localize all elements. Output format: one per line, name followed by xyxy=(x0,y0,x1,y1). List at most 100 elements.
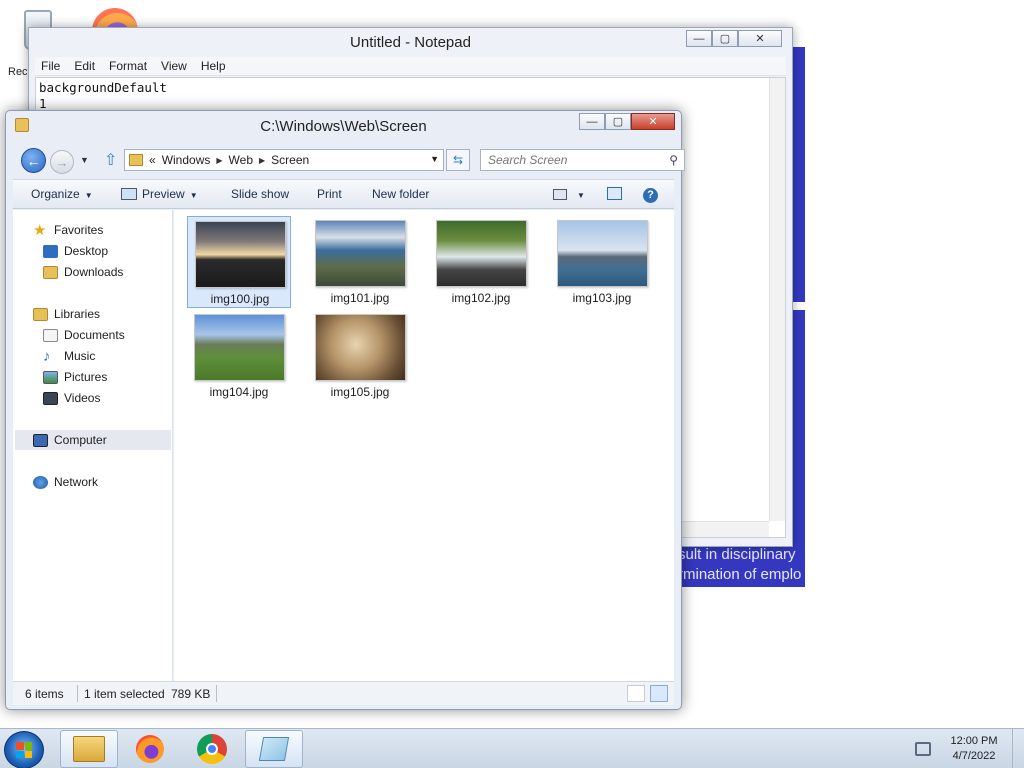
nav-favorites[interactable]: ★ Favorites xyxy=(33,221,103,239)
network-tray-icon[interactable] xyxy=(908,737,938,761)
nav-desktop[interactable]: Desktop xyxy=(43,242,108,260)
file-list[interactable]: img100.jpg img101.jpg img102.jpg img103.… xyxy=(174,210,674,683)
search-input[interactable] xyxy=(488,153,658,167)
file-item[interactable]: img100.jpg xyxy=(187,216,291,308)
notepad-line-1: backgroundDefault xyxy=(39,80,167,95)
chevron-right-icon[interactable]: ▶ xyxy=(216,156,222,165)
libraries-icon xyxy=(33,307,48,321)
nav-documents[interactable]: Documents xyxy=(43,326,125,344)
nav-libraries[interactable]: Libraries xyxy=(33,305,100,323)
vertical-scrollbar[interactable] xyxy=(769,78,785,521)
address-overflow[interactable]: « xyxy=(149,153,156,167)
nav-music-label: Music xyxy=(64,349,96,363)
file-item[interactable]: img101.jpg xyxy=(308,216,412,308)
minimize-button[interactable]: — xyxy=(686,30,712,47)
close-button[interactable]: ✕ xyxy=(631,113,675,130)
pane-icon xyxy=(607,187,622,200)
file-name: img101.jpg xyxy=(330,291,390,305)
file-name: img103.jpg xyxy=(572,291,632,305)
nav-libraries-label: Libraries xyxy=(54,307,101,321)
firefox-icon xyxy=(136,735,164,763)
chevron-down-icon: ▼ xyxy=(189,191,198,200)
show-desktop-button[interactable] xyxy=(1012,729,1024,768)
nav-pictures[interactable]: Pictures xyxy=(43,368,107,386)
refresh-button[interactable]: ⇆ xyxy=(446,149,470,171)
address-dropdown-icon[interactable]: ▼ xyxy=(430,154,439,164)
menu-help[interactable]: Help xyxy=(201,59,226,73)
taskbar-chrome[interactable] xyxy=(183,730,241,768)
help-button[interactable]: ? xyxy=(643,187,658,203)
search-icon[interactable]: ⚲ xyxy=(669,153,678,167)
preview-icon xyxy=(121,188,137,200)
menu-file[interactable]: File xyxy=(41,59,60,73)
new-folder-button[interactable]: New folder xyxy=(372,187,429,201)
folder-icon xyxy=(73,736,105,762)
print-button[interactable]: Print xyxy=(317,187,342,201)
explorer-caption-buttons: — ▢ ✕ xyxy=(579,113,675,130)
maximize-button[interactable]: ▢ xyxy=(712,30,738,47)
notepad-menubar: File Edit Format View Help xyxy=(35,57,786,76)
taskbar-firefox[interactable] xyxy=(121,730,179,768)
clock[interactable]: 12:00 PM 4/7/2022 xyxy=(942,734,1006,764)
documents-icon xyxy=(43,328,58,342)
chrome-icon xyxy=(197,734,227,764)
start-button[interactable] xyxy=(4,731,44,768)
folder-icon xyxy=(129,154,143,166)
downloads-icon xyxy=(43,265,58,279)
nav-desktop-label: Desktop xyxy=(64,244,109,258)
taskbar-notepad[interactable] xyxy=(245,730,303,768)
menu-view[interactable]: View xyxy=(161,59,187,73)
preview-button[interactable]: Preview ▼ xyxy=(121,187,198,201)
maximize-button[interactable]: ▢ xyxy=(605,113,631,130)
thumbnail-mountain-meadow xyxy=(194,314,285,381)
nav-videos[interactable]: Videos xyxy=(43,389,100,407)
change-view-button[interactable]: ▼ xyxy=(553,187,585,201)
nav-downloads[interactable]: Downloads xyxy=(43,263,123,281)
nav-pictures-label: Pictures xyxy=(64,370,108,384)
chevron-right-icon[interactable]: ▶ xyxy=(259,156,265,165)
large-icons-view-button[interactable] xyxy=(650,685,668,702)
recent-locations-dropdown[interactable]: ▼ xyxy=(80,155,89,165)
pictures-icon xyxy=(43,370,58,384)
preview-label: Preview xyxy=(142,187,185,201)
address-bar[interactable]: « Windows ▶ Web ▶ Screen ▼ xyxy=(124,149,444,171)
status-divider xyxy=(216,685,217,702)
taskbar-explorer[interactable] xyxy=(60,730,118,768)
thumbnail-cave xyxy=(315,314,406,381)
breadcrumb-web[interactable]: Web xyxy=(229,153,253,167)
status-bar: 6 items 1 item selected 789 KB xyxy=(13,681,674,705)
close-button[interactable]: ✕ xyxy=(738,30,782,47)
network-icon xyxy=(915,742,931,756)
nav-computer[interactable]: Computer xyxy=(33,431,107,449)
file-item[interactable]: img102.jpg xyxy=(429,216,533,308)
breadcrumb-windows[interactable]: Windows xyxy=(162,153,211,167)
minimize-button[interactable]: — xyxy=(579,113,605,130)
command-bar: Organize ▼ Preview ▼ Slide show Print New … xyxy=(13,179,674,209)
file-item[interactable]: img103.jpg xyxy=(550,216,654,308)
up-arrow-icon[interactable]: ⇧ xyxy=(104,150,117,170)
nav-network[interactable]: Network xyxy=(33,473,98,491)
notepad-line-2: 1 xyxy=(39,96,47,111)
file-name: img104.jpg xyxy=(209,385,269,399)
videos-icon xyxy=(43,391,58,405)
organize-button[interactable]: Organize ▼ xyxy=(31,187,93,201)
search-box[interactable]: ⚲ xyxy=(480,149,685,171)
details-view-button[interactable] xyxy=(627,685,645,702)
nav-documents-label: Documents xyxy=(64,328,125,342)
preview-pane-button[interactable] xyxy=(607,187,622,201)
file-item[interactable]: img105.jpg xyxy=(308,310,412,402)
menu-edit[interactable]: Edit xyxy=(74,59,95,73)
notepad-title: Untitled - Notepad xyxy=(350,34,471,51)
nav-music[interactable]: ♪ Music xyxy=(43,347,95,365)
back-button[interactable]: ← xyxy=(21,148,46,173)
forward-button[interactable]: → xyxy=(50,150,74,174)
chevron-down-icon: ▼ xyxy=(84,191,93,200)
breadcrumb-screen[interactable]: Screen xyxy=(271,153,309,167)
menu-format[interactable]: Format xyxy=(109,59,147,73)
file-item[interactable]: img104.jpg xyxy=(187,310,291,402)
nav-videos-label: Videos xyxy=(64,391,101,405)
item-count: 6 items xyxy=(25,687,64,701)
slideshow-button[interactable]: Slide show xyxy=(231,187,289,201)
explorer-window[interactable]: C:\Windows\Web\Screen — ▢ ✕ ← → ▼ ⇧ « Wi… xyxy=(5,110,685,710)
clock-time: 12:00 PM xyxy=(950,735,998,747)
